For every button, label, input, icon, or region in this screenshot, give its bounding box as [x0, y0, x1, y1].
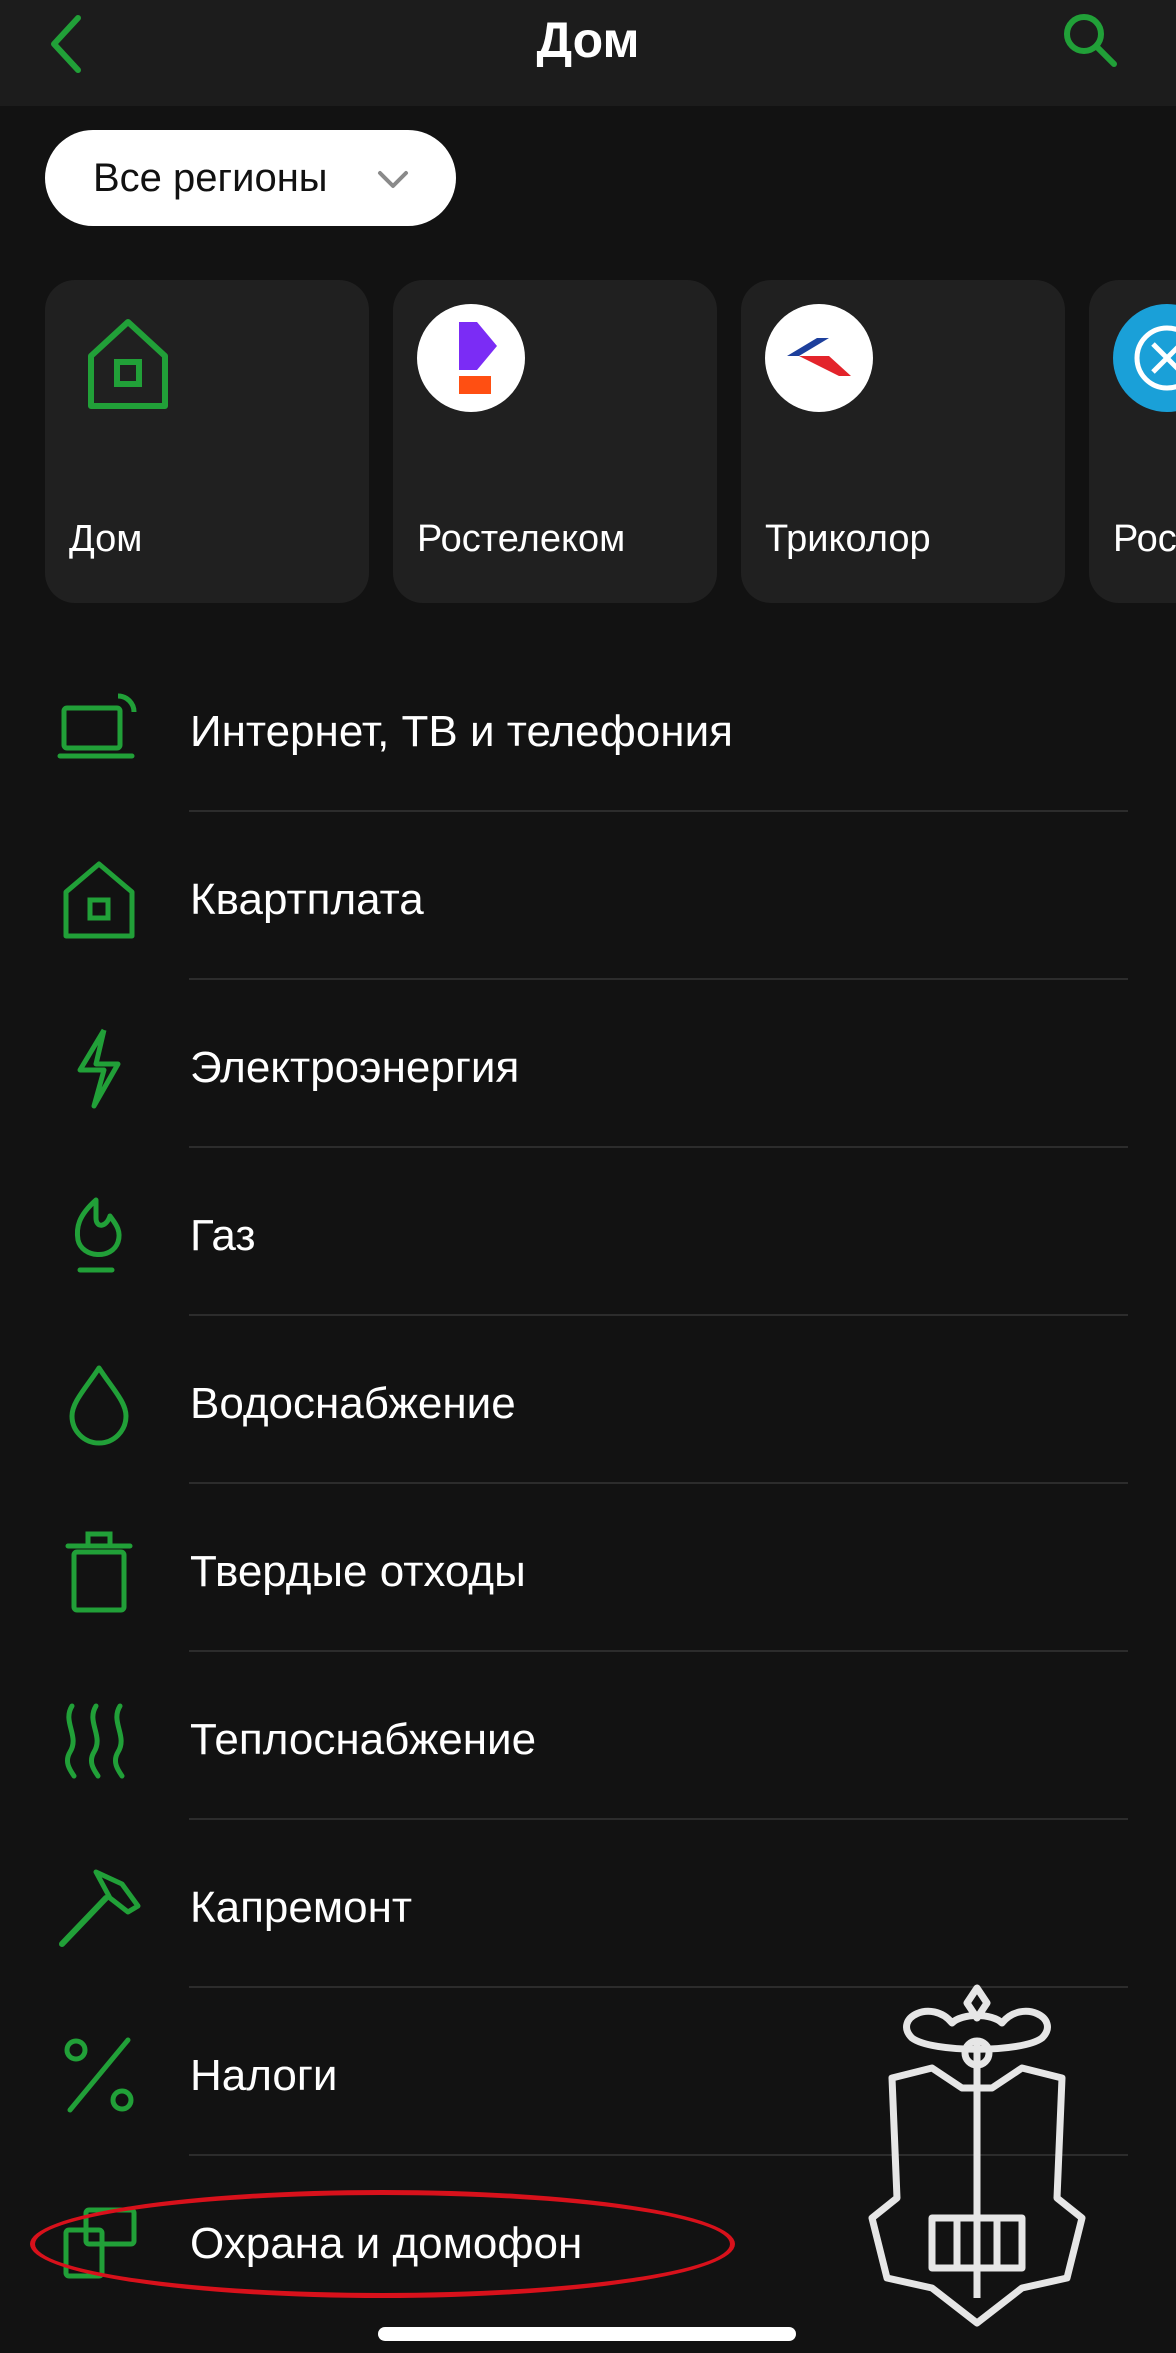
laptop-wifi-icon: [57, 693, 137, 759]
quick-cards-carousel[interactable]: Дом Ростелеком Триколор Рос: [0, 280, 1176, 605]
heat-waves-icon: [65, 1703, 125, 1779]
emblem-logo: [1113, 304, 1176, 412]
tricolor-logo: [765, 304, 873, 412]
house-icon: [88, 319, 168, 409]
region-selector[interactable]: Все регионы: [45, 130, 456, 226]
category-gas[interactable]: Газ: [0, 1152, 1176, 1320]
home-indicator[interactable]: [378, 2327, 796, 2341]
quick-card-tricolor[interactable]: Триколор: [741, 280, 1065, 603]
flame-icon: [74, 1197, 122, 1273]
trash-bin-icon: [65, 1531, 133, 1613]
category-kvartplata[interactable]: Квартплата: [0, 816, 1176, 984]
category-label: Водоснабжение: [190, 1379, 516, 1428]
rostelecom-logo: [417, 304, 525, 412]
house-icon: [63, 861, 135, 939]
divider: [189, 1482, 1128, 1484]
divider: [189, 1146, 1128, 1148]
category-label: Газ: [190, 1211, 256, 1260]
percent-icon: [64, 2037, 134, 2113]
category-label: Твердые отходы: [190, 1547, 526, 1596]
hammer-icon: [59, 1869, 141, 1947]
quick-card-ros[interactable]: Рос: [1089, 280, 1176, 603]
quick-card-label: Ростелеком: [417, 518, 626, 560]
category-electricity[interactable]: Электроэнергия: [0, 984, 1176, 1152]
category-label: Квартплата: [190, 875, 424, 924]
quick-card-label: Триколор: [765, 518, 931, 560]
divider: [189, 1818, 1128, 1820]
quick-card-label: Дом: [69, 518, 143, 560]
water-drop-icon: [69, 1365, 129, 1446]
lightning-icon: [77, 1028, 121, 1109]
quick-card-label: Рос: [1113, 518, 1176, 560]
category-label: Теплоснабжение: [190, 1715, 537, 1764]
category-label: Налоги: [190, 2051, 338, 2100]
category-label: Капремонт: [190, 1883, 413, 1932]
search-button[interactable]: [1056, 6, 1126, 76]
divider: [189, 810, 1128, 812]
region-selector-label: Все регионы: [93, 156, 328, 200]
search-icon: [1064, 14, 1117, 67]
quick-card-rostelecom[interactable]: Ростелеком: [393, 280, 717, 603]
category-capital-repair[interactable]: Капремонт: [0, 1824, 1176, 1992]
category-heating[interactable]: Теплоснабжение: [0, 1656, 1176, 1824]
quick-card-dom[interactable]: Дом: [45, 280, 369, 603]
category-water[interactable]: Водоснабжение: [0, 1320, 1176, 1488]
category-label: Интернет, ТВ и телефония: [190, 707, 733, 756]
category-internet-tv[interactable]: Интернет, ТВ и телефония: [0, 648, 1176, 816]
highlight-ellipse: [30, 2190, 735, 2298]
chevron-down-icon: [378, 171, 408, 188]
category-solid-waste[interactable]: Твердые отходы: [0, 1488, 1176, 1656]
divider: [189, 1314, 1128, 1316]
key-emblem-watermark: [868, 1984, 1086, 2327]
divider: [189, 978, 1128, 980]
divider: [189, 1650, 1128, 1652]
top-bar: Дом: [0, 0, 1176, 106]
category-label: Электроэнергия: [190, 1043, 520, 1092]
page-title: Дом: [536, 12, 640, 68]
